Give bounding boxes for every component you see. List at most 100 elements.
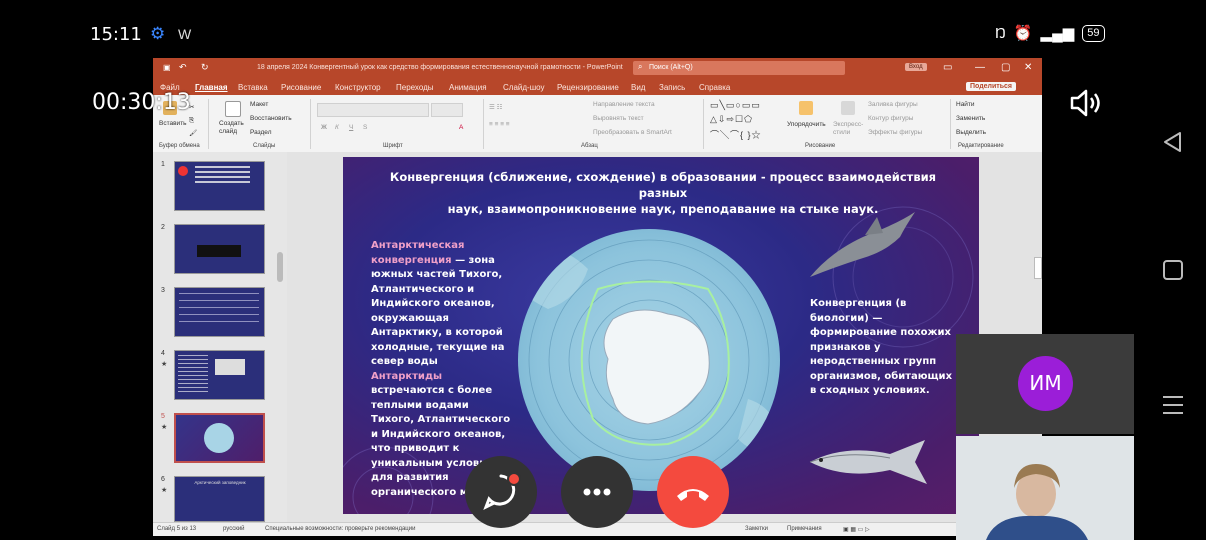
view-normal-icon[interactable]: ▣ ▦ ▭ ▷ xyxy=(843,526,870,533)
ribbon-display-icon[interactable]: ▭ xyxy=(943,62,952,73)
speaker-icon[interactable] xyxy=(1068,88,1104,118)
participant-tile-im[interactable]: ИМ xyxy=(956,334,1134,434)
clipboard-group-label: Буфер обмена xyxy=(159,143,200,149)
highlight-antarctic-convergence: Антарктическая конвергенция xyxy=(371,240,465,266)
layout-button[interactable]: Макет xyxy=(250,101,268,108)
back-icon[interactable] xyxy=(1160,130,1186,154)
home-icon[interactable] xyxy=(1163,260,1183,280)
window-title: 18 апреля 2024 Конвергентный урок как ср… xyxy=(257,64,623,71)
avatar: ИМ xyxy=(1018,356,1073,411)
slide-thumbnail-4[interactable] xyxy=(174,350,265,400)
tab-animations[interactable]: Анимация xyxy=(449,83,487,92)
bullets-icon[interactable]: ☰ ☷ xyxy=(489,103,502,111)
text-direction-button[interactable]: Направление текста xyxy=(593,101,655,108)
editor-scrollbar[interactable] xyxy=(1034,257,1042,279)
tab-draw[interactable]: Рисование xyxy=(281,83,321,92)
participant-video xyxy=(956,436,1134,540)
tab-help[interactable]: Справка xyxy=(699,83,730,92)
more-options-button[interactable] xyxy=(561,456,633,528)
paste-button[interactable]: Вставить xyxy=(159,120,187,127)
replace-button[interactable]: Заменить xyxy=(956,115,985,122)
chat-button[interactable] xyxy=(465,456,537,528)
slide-thumbnail-3[interactable] xyxy=(174,287,265,337)
animation-star-icon: ★ xyxy=(161,424,168,431)
call-timer: 00:30:13 xyxy=(92,90,191,115)
shape-outline-button[interactable]: Контур фигуры xyxy=(868,115,913,122)
align-icons[interactable]: ≡ ≡ ≡ ≡ xyxy=(489,121,510,128)
font-color-icon[interactable]: A xyxy=(459,124,463,131)
status-icons: Ŋ ⏰ ▂▄▆ 59 xyxy=(995,24,1105,42)
phone-hangup-icon xyxy=(677,489,709,501)
shape-fill-button[interactable]: Заливка фигуры xyxy=(868,101,918,108)
more-dots-icon xyxy=(583,488,611,496)
tab-slideshow[interactable]: Слайд-шоу xyxy=(503,83,544,92)
maximize-icon[interactable]: ▢ xyxy=(1001,62,1010,73)
tab-view[interactable]: Вид xyxy=(631,83,645,92)
status-app-letter: W xyxy=(178,26,192,42)
tab-review[interactable]: Рецензирование xyxy=(557,83,619,92)
share-button[interactable]: Поделиться xyxy=(966,82,1017,91)
font-group-label: Шрифт xyxy=(383,143,403,149)
new-slide-icon[interactable] xyxy=(225,101,241,117)
copy-icon[interactable]: ⎘ xyxy=(189,117,194,125)
thumb-number: 3 xyxy=(161,287,165,294)
signal-icon: ▂▄▆ xyxy=(1040,25,1075,42)
shape-effects-button[interactable]: Эффекты фигуры xyxy=(868,129,922,136)
thumbnail-scrollbar[interactable] xyxy=(277,252,283,282)
tab-home[interactable]: Главная xyxy=(195,83,228,92)
tab-record[interactable]: Запись xyxy=(659,83,685,92)
quick-styles-icon[interactable] xyxy=(841,101,855,115)
select-button[interactable]: Выделить xyxy=(956,129,986,136)
menu-icon[interactable] xyxy=(1163,390,1183,420)
close-icon[interactable]: ✕ xyxy=(1024,62,1032,73)
arrange-button[interactable]: Упорядочить xyxy=(787,121,826,128)
slide-thumbnail-2[interactable] xyxy=(174,224,265,274)
slide-thumbnails-pane: 1 2 3 4 ★ 5 ★ 6 ★ Арктический заповедник xyxy=(153,152,287,522)
tab-insert[interactable]: Вставка xyxy=(238,83,268,92)
animation-star-icon: ★ xyxy=(161,487,168,494)
slide-thumbnail-5[interactable] xyxy=(174,413,265,463)
battery-icon: 59 xyxy=(1082,24,1105,42)
shadow-icon[interactable]: S xyxy=(363,124,367,131)
arrange-icon[interactable] xyxy=(799,101,813,115)
underline-icon[interactable]: Ч xyxy=(349,124,353,131)
comments-button[interactable]: Примечания xyxy=(787,526,822,532)
redo-icon[interactable]: ↻ xyxy=(201,62,209,73)
tab-design[interactable]: Конструктор xyxy=(335,83,381,92)
quick-styles-button[interactable]: Экспресс-стили xyxy=(833,121,863,137)
slide-thumbnail-1[interactable] xyxy=(174,161,265,211)
slide-thumbnail-6[interactable]: Арктический заповедник xyxy=(174,476,265,522)
sign-in-button[interactable]: Вход xyxy=(905,63,927,71)
language-indicator[interactable]: русский xyxy=(223,526,245,532)
italic-icon[interactable]: К xyxy=(335,124,339,131)
tab-transitions[interactable]: Переходы xyxy=(396,83,434,92)
find-button[interactable]: Найти xyxy=(956,101,975,108)
alarm-icon: ⏰ xyxy=(1013,25,1033,42)
shapes-gallery-row3[interactable]: ⌒╲⌒{ }☆ xyxy=(710,128,762,141)
bold-icon[interactable]: Ж xyxy=(321,124,327,131)
notes-button[interactable]: Заметки xyxy=(745,526,768,532)
reset-button[interactable]: Восстановить xyxy=(250,115,292,122)
shapes-gallery-icon[interactable]: ▭╲▭○▭▭ xyxy=(710,100,761,111)
slides-group-label: Слайды xyxy=(253,143,276,149)
minimize-icon[interactable]: — xyxy=(975,62,985,73)
save-icon[interactable]: ▣ xyxy=(163,63,171,72)
font-name-select[interactable] xyxy=(317,103,429,117)
chat-bubble-icon xyxy=(483,474,516,511)
search-input[interactable]: Поиск (Alt+Q) xyxy=(633,61,845,75)
editing-group-label: Редактирование xyxy=(958,143,1004,149)
biology-convergence-text: Конвергенция (в биологии) — формирование… xyxy=(810,298,953,396)
new-slide-button[interactable]: Создать слайд xyxy=(219,120,249,136)
thumb-number: 6 xyxy=(161,476,165,483)
align-text-button[interactable]: Выровнять текст xyxy=(593,115,644,122)
accessibility-indicator[interactable]: Специальные возможности: проверьте реком… xyxy=(265,526,415,532)
participant-video-tile[interactable] xyxy=(956,436,1134,540)
format-painter-icon[interactable]: 🖌 xyxy=(189,129,197,137)
unread-badge xyxy=(507,472,521,486)
section-button[interactable]: Раздел xyxy=(250,129,271,136)
shapes-gallery-row2[interactable]: △⇩⇨☐⬠ xyxy=(710,114,753,125)
hang-up-button[interactable] xyxy=(657,456,729,528)
smartart-button[interactable]: Преобразовать в SmartArt xyxy=(593,129,672,136)
font-size-select[interactable] xyxy=(431,103,463,117)
undo-icon[interactable]: ↶ xyxy=(179,62,187,73)
